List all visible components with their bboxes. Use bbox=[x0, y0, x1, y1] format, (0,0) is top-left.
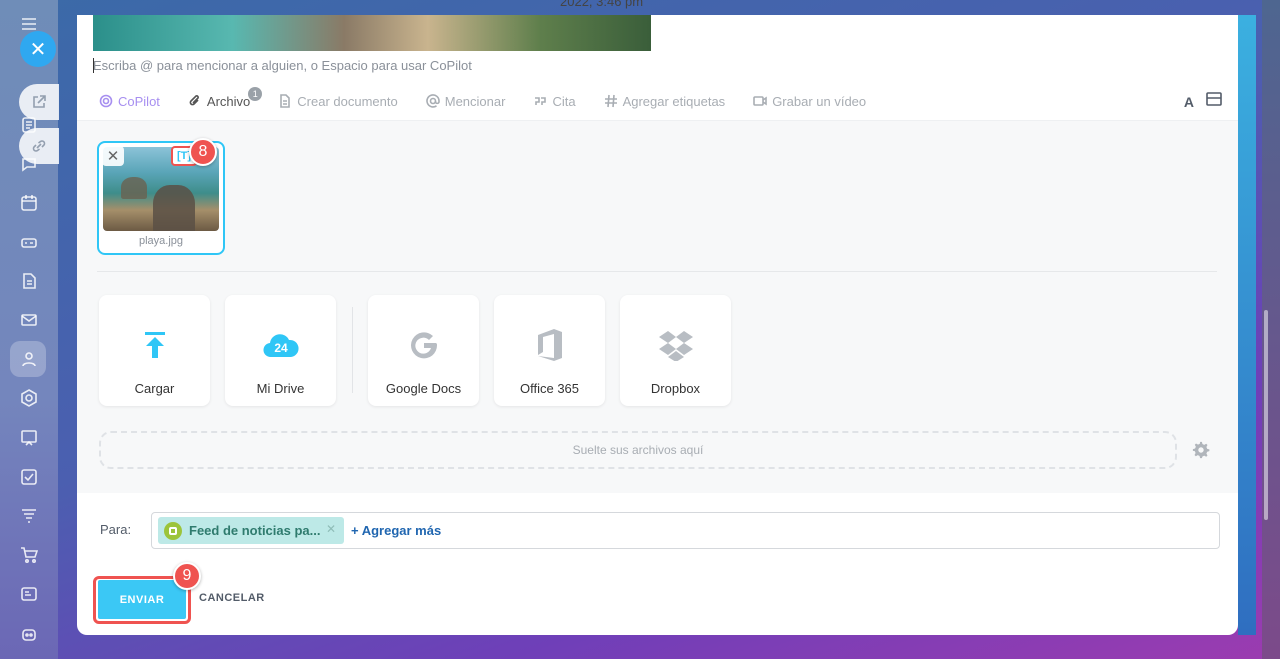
text-caret bbox=[93, 58, 94, 73]
recipient-chip-label: Feed de noticias pa... bbox=[189, 523, 321, 538]
calendar-icon[interactable] bbox=[19, 193, 39, 213]
copilot-icon bbox=[99, 94, 113, 108]
gear-icon[interactable] bbox=[1192, 441, 1210, 459]
embedded-image bbox=[93, 15, 651, 51]
scrollbar-thumb[interactable] bbox=[1264, 310, 1268, 520]
toolbar-right: A bbox=[1184, 92, 1222, 111]
recipient-chip[interactable]: Feed de noticias pa... ✕ bbox=[158, 517, 344, 544]
record-video-button[interactable]: Grabar un vídeo bbox=[753, 94, 866, 109]
quote-icon bbox=[535, 97, 547, 105]
thumbnail-rock-right bbox=[153, 185, 195, 231]
add-tags-button[interactable]: Agregar etiquetas bbox=[604, 93, 726, 109]
upload-label: Cargar bbox=[134, 381, 175, 396]
copilot-label: CoPilot bbox=[118, 93, 160, 109]
cancel-button[interactable]: CANCELAR bbox=[199, 592, 265, 604]
hashtag-icon bbox=[604, 94, 617, 108]
dropbox-label: Dropbox bbox=[650, 381, 701, 396]
office-icon bbox=[494, 325, 605, 365]
dropzone-text: Suelte sus archivos aquí bbox=[572, 443, 704, 457]
paperclip-icon bbox=[189, 95, 199, 106]
create-document-label: Crear documento bbox=[297, 93, 398, 109]
robot-icon[interactable] bbox=[19, 624, 39, 644]
recipients-label: Para: bbox=[100, 522, 132, 537]
my-drive-source-button[interactable]: 24 Mi Drive bbox=[225, 295, 336, 406]
google-docs-source-button[interactable]: Google Docs bbox=[368, 295, 479, 406]
toggle-panel-icon[interactable] bbox=[1206, 92, 1222, 111]
news-feed-icon bbox=[164, 521, 182, 540]
office-365-label: Office 365 bbox=[519, 381, 580, 396]
file-button[interactable]: Archivo 1 bbox=[188, 86, 263, 109]
add-tags-label: Agregar etiquetas bbox=[622, 93, 726, 109]
file-dropzone[interactable]: Suelte sus archivos aquí bbox=[99, 431, 1177, 469]
file-count-badge: 1 bbox=[248, 86, 263, 101]
copy-link-tab[interactable] bbox=[19, 128, 59, 164]
documents-icon[interactable] bbox=[19, 271, 39, 291]
create-document-button[interactable]: Crear documento bbox=[278, 93, 398, 109]
cart-icon[interactable] bbox=[19, 545, 39, 565]
attachments-area: ✕ [T] playa.jpg 8 Cargar 24 Mi Drive Goo bbox=[77, 121, 1238, 493]
quote-label: Cita bbox=[552, 93, 576, 109]
post-editor-panel: Escriba @ para mencionar a alguien, o Es… bbox=[77, 15, 1238, 635]
attachments-divider bbox=[97, 271, 1217, 272]
add-more-recipients-link[interactable]: + Agregar más bbox=[351, 523, 441, 538]
office-365-source-button[interactable]: Office 365 bbox=[494, 295, 605, 406]
editor-toolbar: CoPilot Archivo 1 Crear documento Mencio… bbox=[99, 86, 894, 112]
step-marker-8: 8 bbox=[189, 138, 217, 166]
step-marker-9: 9 bbox=[173, 562, 201, 590]
google-icon bbox=[368, 325, 479, 365]
sites-icon[interactable] bbox=[19, 388, 39, 408]
document-icon bbox=[280, 94, 291, 108]
upload-source-button[interactable]: Cargar bbox=[99, 295, 210, 406]
remove-recipient-icon[interactable]: ✕ bbox=[326, 522, 336, 536]
mention-button[interactable]: Mencionar bbox=[425, 93, 506, 109]
link-icon bbox=[32, 140, 46, 152]
external-link-icon bbox=[33, 95, 46, 108]
dropbox-source-button[interactable]: Dropbox bbox=[620, 295, 731, 406]
mail-icon[interactable] bbox=[19, 310, 39, 330]
drive-icon[interactable] bbox=[19, 232, 39, 252]
close-slider-button[interactable]: ✕ bbox=[20, 31, 56, 67]
filter-icon[interactable] bbox=[19, 506, 39, 526]
open-in-new-window-tab[interactable] bbox=[19, 84, 59, 120]
users-icon[interactable] bbox=[19, 349, 39, 369]
send-button[interactable]: ENVIAR bbox=[98, 580, 186, 619]
tasks-icon[interactable] bbox=[19, 467, 39, 487]
at-icon bbox=[425, 94, 440, 108]
file-name: playa.jpg bbox=[138, 235, 184, 247]
mention-label: Mencionar bbox=[444, 93, 506, 109]
contact-card-icon[interactable] bbox=[19, 584, 39, 604]
file-label: Archivo bbox=[206, 93, 251, 109]
text-format-button[interactable]: A bbox=[1184, 94, 1194, 110]
editor-placeholder[interactable]: Escriba @ para mencionar a alguien, o Es… bbox=[93, 58, 472, 73]
date-fragment: 2022, 3:46 pm bbox=[560, 0, 644, 9]
right-edge-strip bbox=[1238, 15, 1256, 635]
board-icon[interactable] bbox=[19, 428, 39, 448]
recipients-field[interactable]: Feed de noticias pa... ✕ + Agregar más bbox=[151, 512, 1220, 549]
google-docs-label: Google Docs bbox=[385, 381, 462, 396]
remove-file-button[interactable]: ✕ bbox=[102, 146, 124, 166]
cloud-drive-icon: 24 bbox=[225, 325, 336, 365]
drive-icon-text: 24 bbox=[274, 341, 288, 355]
thumbnail-rock-left bbox=[121, 177, 147, 199]
record-video-label: Grabar un vídeo bbox=[772, 93, 867, 109]
dropbox-icon bbox=[620, 325, 731, 365]
my-drive-label: Mi Drive bbox=[256, 381, 305, 396]
upload-icon bbox=[99, 325, 210, 365]
sources-divider bbox=[352, 307, 353, 393]
video-icon bbox=[753, 96, 767, 106]
copilot-button[interactable]: CoPilot bbox=[99, 94, 160, 109]
quote-button[interactable]: Cita bbox=[533, 93, 576, 109]
